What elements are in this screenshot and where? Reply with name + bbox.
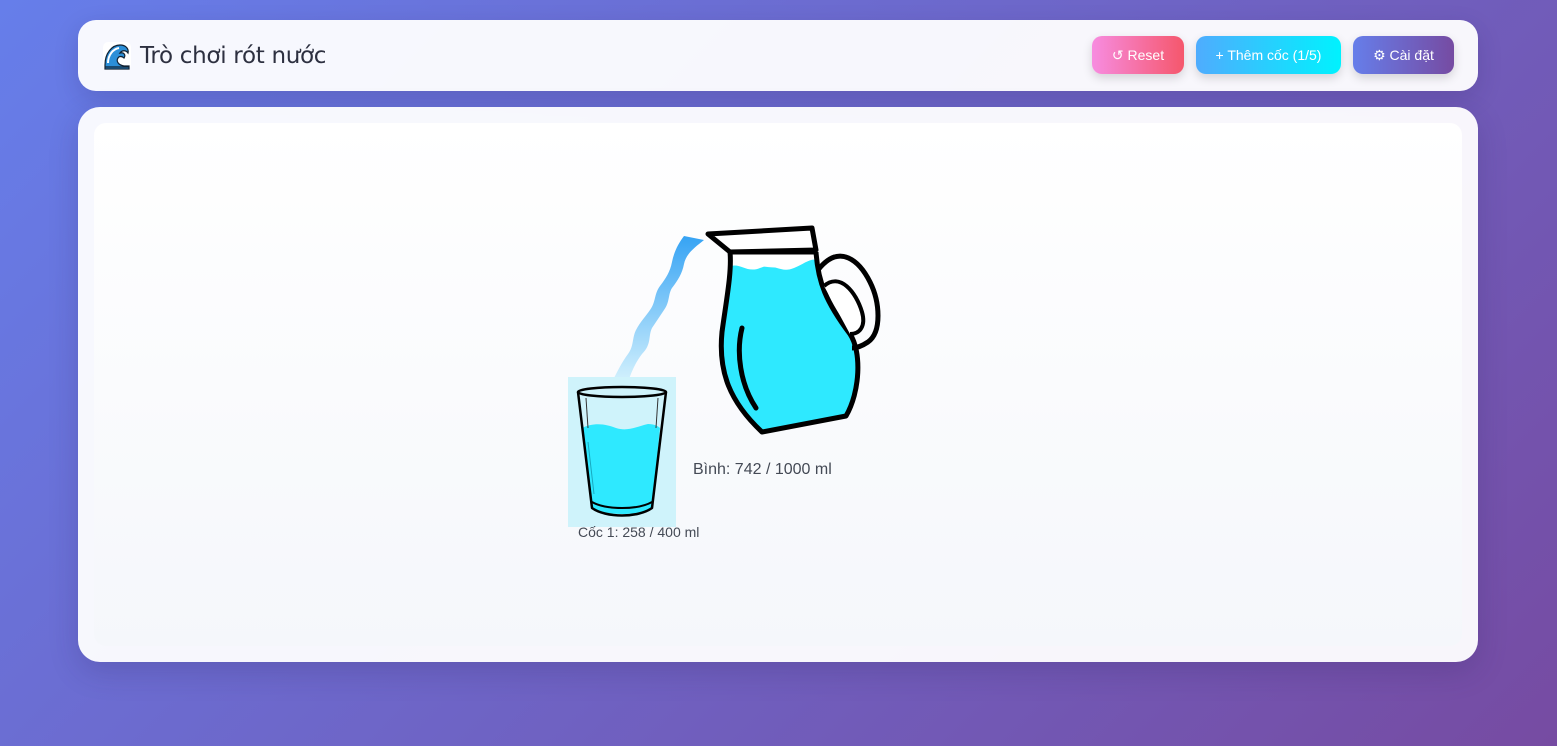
water-stream [612,236,704,382]
header-bar: Trò chơi rót nước ↺ Reset + Thêm cốc (1/… [78,20,1478,91]
title-text: Trò chơi rót nước [140,43,327,69]
cup-volume-label: Cốc 1: 258 / 400 ml [578,524,700,540]
settings-button[interactable]: ⚙ Cài đặt [1353,36,1454,74]
pitcher[interactable] [700,222,885,442]
cup-glass-1[interactable] [576,384,668,520]
reset-button[interactable]: ↺ Reset [1092,36,1184,74]
wave-icon [103,42,131,70]
pitcher-volume-label: Bình: 742 / 1000 ml [693,461,832,478]
add-cup-button[interactable]: + Thêm cốc (1/5) [1196,36,1341,74]
page-title: Trò chơi rót nước [102,40,326,72]
